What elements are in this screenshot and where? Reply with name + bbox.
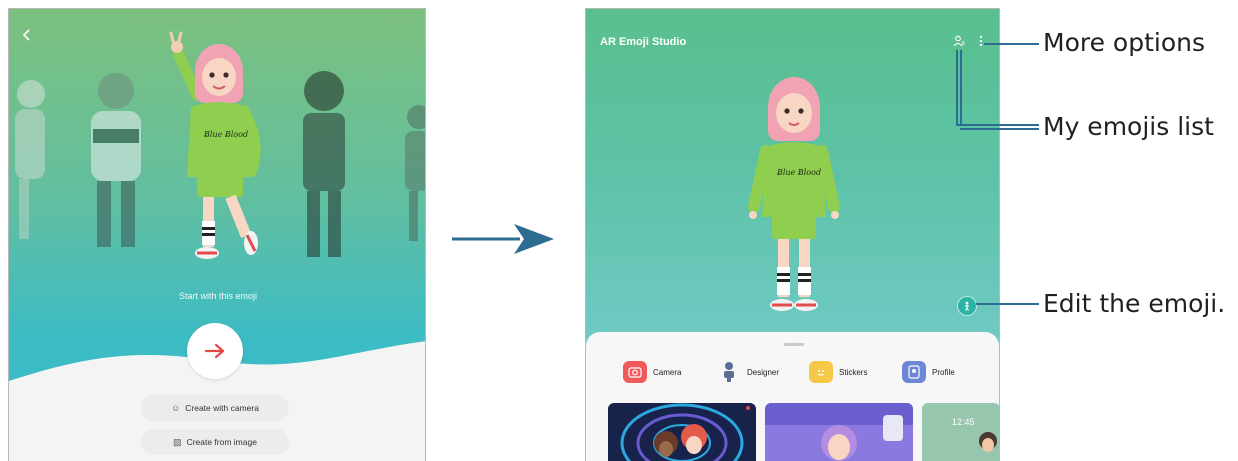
menu-item-stickers[interactable]: Stickers bbox=[809, 361, 867, 383]
menu-item-profile[interactable]: Profile bbox=[902, 361, 955, 383]
image-icon: ▨ bbox=[173, 436, 182, 447]
profile-icon bbox=[902, 361, 926, 383]
emoji-content-thumbnail-3[interactable]: 12:45 bbox=[922, 403, 999, 461]
svg-text:12:45: 12:45 bbox=[952, 417, 975, 427]
emoji-content-thumbnail-1[interactable] bbox=[608, 403, 756, 461]
feature-menu: Camera Designer Stickers Profile bbox=[586, 361, 999, 387]
menu-item-designer[interactable]: Designer bbox=[717, 361, 779, 383]
flow-arrow bbox=[452, 224, 554, 254]
edit-emoji-button[interactable] bbox=[957, 296, 977, 316]
back-chevron-icon bbox=[22, 29, 30, 41]
callout-my-emojis-list: My emojis list bbox=[1043, 112, 1214, 141]
callout-line-my-emojis-v bbox=[956, 50, 958, 126]
ar-emoji-studio-screen: AR Emoji Studio Ƀlue Ƀlood Camera Design… bbox=[585, 8, 1000, 461]
create-from-image-label: Create from image bbox=[186, 437, 257, 447]
menu-label-stickers: Stickers bbox=[839, 367, 868, 377]
create-with-camera-label: Create with camera bbox=[185, 403, 259, 413]
callout-line-my-emojis-v2 bbox=[960, 50, 962, 126]
callout-line-my-emojis-h bbox=[956, 124, 1039, 126]
designer-icon bbox=[717, 361, 741, 383]
menu-label-camera: Camera bbox=[653, 367, 682, 377]
sheet-handle[interactable] bbox=[784, 343, 804, 346]
background-avatar-1 bbox=[15, 80, 45, 239]
app-title: AR Emoji Studio bbox=[600, 36, 687, 48]
background-avatar-2 bbox=[91, 73, 141, 247]
face-outline-icon: ☺ bbox=[171, 403, 181, 413]
back-button[interactable] bbox=[19, 29, 35, 45]
create-with-camera-button[interactable]: ☺ Create with camera bbox=[141, 395, 289, 421]
callout-more-options: More options bbox=[1043, 28, 1205, 57]
callout-line-more-options bbox=[984, 43, 1039, 45]
camera-icon bbox=[623, 361, 647, 383]
menu-label-profile: Profile bbox=[932, 367, 955, 377]
arrow-right-icon bbox=[204, 343, 225, 359]
background-avatar-4 bbox=[405, 105, 425, 241]
featured-emoji-avatar: Ƀlue Ƀlood bbox=[169, 31, 261, 259]
callout-line-my-emojis-h2 bbox=[960, 128, 1039, 130]
more-vertical-icon bbox=[979, 35, 983, 47]
edit-figure-icon bbox=[965, 301, 969, 311]
svg-text:Ƀlue Ƀlood: Ƀlue Ƀlood bbox=[776, 168, 821, 177]
svg-text:Ƀlue Ƀlood: Ƀlue Ƀlood bbox=[203, 130, 248, 139]
start-with-emoji-text: Start with this emoji bbox=[178, 291, 258, 301]
person-list-icon bbox=[953, 35, 965, 47]
next-button[interactable] bbox=[187, 323, 243, 379]
emoji-content-thumbnail-2[interactable] bbox=[765, 403, 913, 461]
bottom-sheet: Camera Designer Stickers Profile 12:45 bbox=[586, 332, 999, 461]
my-emoji-avatar: Ƀlue Ƀlood bbox=[748, 77, 840, 311]
create-from-image-button[interactable]: ▨ Create from image bbox=[141, 429, 289, 455]
emoji-selection-screen: Ƀlue Ƀlood Start with this emoji ☺ Creat… bbox=[8, 8, 426, 461]
menu-label-designer: Designer bbox=[747, 367, 780, 377]
callout-line-edit-emoji bbox=[976, 303, 1039, 305]
callout-edit-emoji: Edit the emoji. bbox=[1043, 289, 1226, 318]
menu-item-camera[interactable]: Camera bbox=[623, 361, 681, 383]
sticker-icon bbox=[809, 361, 833, 383]
background-avatar-3 bbox=[303, 71, 345, 257]
my-emojis-list-button[interactable] bbox=[953, 35, 965, 50]
